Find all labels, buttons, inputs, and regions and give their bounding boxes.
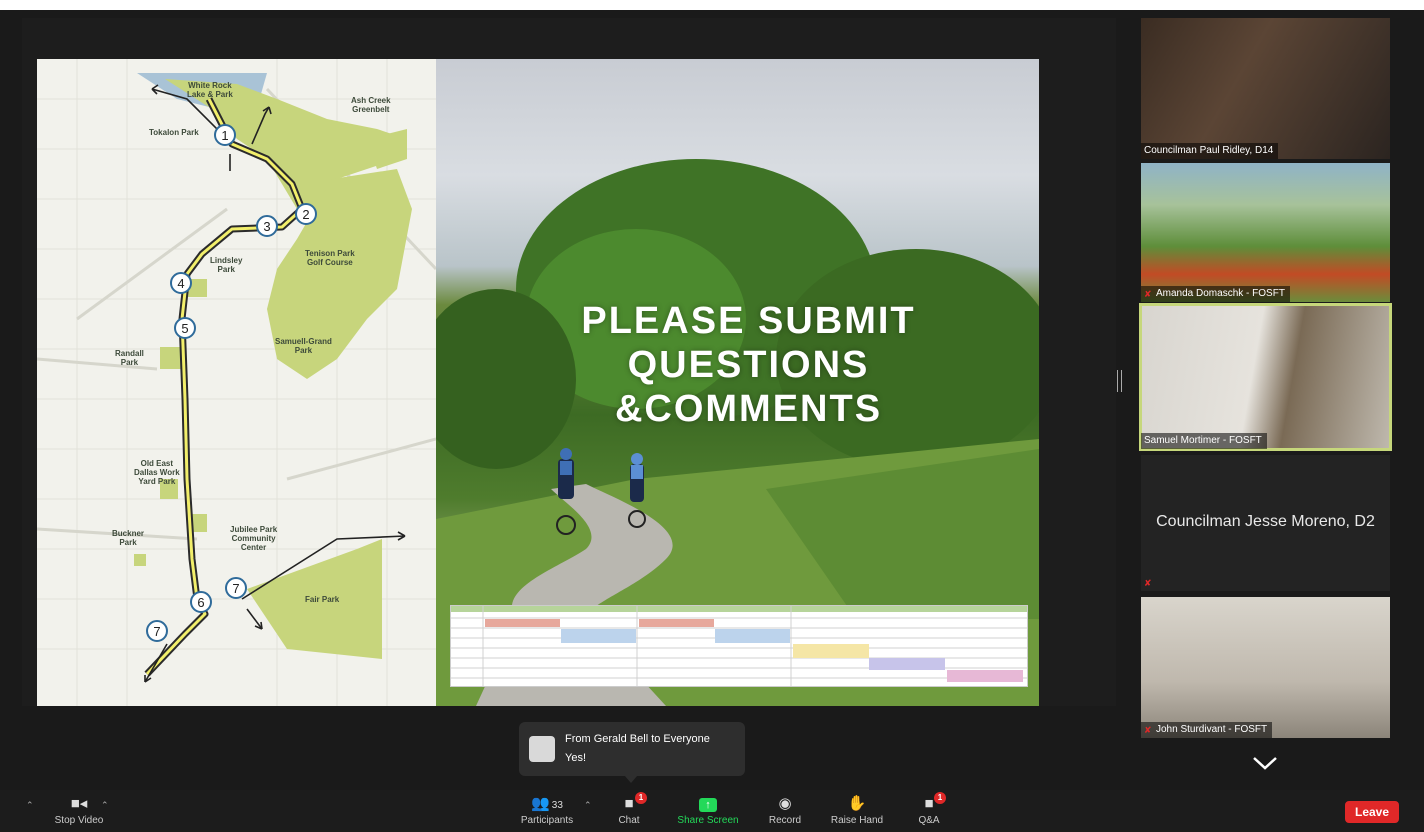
slide-title-line-3: &COMMENTS — [614, 388, 883, 430]
participant-tile-sturdivant[interactable]: ✘ John Sturdivant - FOSFT — [1141, 597, 1390, 738]
chat-icon: ■ — [624, 795, 634, 812]
participant-name-sturdivant: ✘ John Sturdivant - FOSFT — [1141, 722, 1273, 738]
timeline-table-graphic — [450, 605, 1028, 687]
participant-name-mortimer: Samuel Mortimer - FOSFT — [1141, 433, 1267, 449]
toast-pointer — [624, 775, 638, 783]
record-label: Record — [768, 815, 802, 826]
share-screen-label: Share Screen — [677, 815, 739, 826]
qa-icon: ■ — [924, 795, 934, 812]
qa-button[interactable]: ■ Q&A 1 — [906, 790, 952, 832]
presentation-slide: 1 2 3 4 5 6 7 7 White Rock Lake & Park A… — [37, 59, 1039, 706]
muted-mic-icon: ✘ — [1144, 724, 1152, 735]
raise-hand-icon: ✋ — [847, 795, 867, 812]
map-label-randall: Randall Park — [115, 349, 144, 367]
participants-count: 33 — [551, 800, 563, 811]
map-label-ash-creek: Ash Creek Greenbelt — [351, 96, 391, 114]
participants-icon: 👥 33 — [531, 795, 563, 812]
slide-title-line-1: PLEASE SUBMIT — [581, 300, 916, 342]
participants-button[interactable]: 👥 33 Participants — [512, 790, 582, 832]
chat-unread-badge: 1 — [635, 792, 647, 804]
timeline-grid — [451, 606, 1027, 686]
slide-title-line-2: QUESTIONS — [627, 344, 870, 386]
route-marker-label-7a: 7 — [232, 581, 239, 596]
participant-name-ridley: Councilman Paul Ridley, D14 — [1141, 143, 1279, 159]
route-marker-label-4: 4 — [177, 276, 184, 291]
share-screen-icon: ↑ — [670, 790, 746, 815]
chat-notification[interactable]: From Gerald Bell to Everyone Yes! — [519, 722, 745, 776]
share-screen-button[interactable]: ↑ Share Screen — [670, 790, 746, 832]
chevron-down-icon[interactable] — [1252, 756, 1278, 770]
muted-mic-icon: ✘ — [1144, 288, 1152, 299]
record-button[interactable]: ◉ Record — [760, 790, 810, 832]
muted-mic-icon: ✘ — [1144, 577, 1152, 588]
participants-options-caret[interactable]: ⌃ — [584, 800, 592, 811]
map-label-tokalon: Tokalon Park — [149, 128, 199, 137]
raise-hand-label: Raise Hand — [830, 815, 884, 826]
participant-tile-moreno[interactable]: Councilman Jesse Moreno, D2 ✘ — [1141, 455, 1390, 591]
record-icon: ◉ — [778, 795, 792, 812]
avatar — [529, 736, 555, 762]
chat-notification-message: Yes! — [565, 752, 587, 764]
participant-name-moreno: Councilman Jesse Moreno, D2 — [1156, 513, 1375, 530]
map-label-old-east: Old East Dallas Work Yard Park — [134, 459, 180, 486]
video-options-caret[interactable]: ⌃ — [101, 800, 109, 811]
chat-label: Chat — [618, 815, 640, 826]
route-marker-label-2: 2 — [302, 207, 309, 222]
participant-name-domaschk: ✘ Amanda Domaschk - FOSFT — [1141, 286, 1290, 302]
participant-tile-domaschk[interactable]: ✘ Amanda Domaschk - FOSFT — [1141, 163, 1390, 302]
participant-tile-ridley[interactable]: Councilman Paul Ridley, D14 — [1141, 18, 1390, 159]
map-label-fair-park: Fair Park — [305, 595, 340, 604]
map-label-jubilee: Jubilee Park Community Center — [230, 525, 278, 552]
map-label-tenison: Tenison Park Golf Course — [305, 249, 355, 267]
chat-button[interactable]: ■ Chat 1 — [604, 790, 654, 832]
stop-video-label: Stop Video — [54, 815, 104, 826]
map-graphic: 1 2 3 4 5 6 7 7 — [37, 59, 436, 706]
trail-photo: PLEASE SUBMIT QUESTIONS &COMMENTS — [436, 59, 1039, 706]
trail-map: 1 2 3 4 5 6 7 7 White Rock Lake & Park A… — [37, 59, 436, 706]
panel-resize-handle[interactable] — [1117, 370, 1122, 392]
route-marker-label-6: 6 — [197, 595, 204, 610]
window-top-edge — [0, 0, 1424, 10]
audio-options-caret[interactable]: ⌃ — [26, 800, 34, 811]
route-marker-label-5: 5 — [181, 321, 188, 336]
raise-hand-button[interactable]: ✋ Raise Hand — [824, 790, 890, 832]
participants-label: Participants — [520, 815, 574, 826]
qa-label: Q&A — [918, 815, 940, 826]
qa-unread-badge: 1 — [934, 792, 946, 804]
stop-video-button[interactable]: ■◂ Stop Video — [44, 790, 114, 832]
map-label-lindsley: Lindsley Park — [210, 256, 243, 274]
participant-tile-mortimer[interactable]: Samuel Mortimer - FOSFT — [1139, 303, 1392, 451]
route-marker-label-7b: 7 — [153, 624, 160, 639]
map-label-white-rock: White Rock Lake & Park — [187, 81, 233, 99]
chat-notification-sender: From Gerald Bell to Everyone — [565, 733, 710, 745]
participant-status-moreno: ✘ — [1141, 575, 1158, 591]
map-label-buckner: Buckner Park — [112, 529, 145, 547]
route-marker-label-1: 1 — [221, 128, 228, 143]
leave-button[interactable]: Leave — [1345, 801, 1399, 823]
map-label-samuell: Samuell-Grand Park — [275, 337, 332, 355]
slide-title: PLEASE SUBMIT QUESTIONS &COMMENTS — [536, 299, 961, 431]
route-marker-label-3: 3 — [263, 219, 270, 234]
